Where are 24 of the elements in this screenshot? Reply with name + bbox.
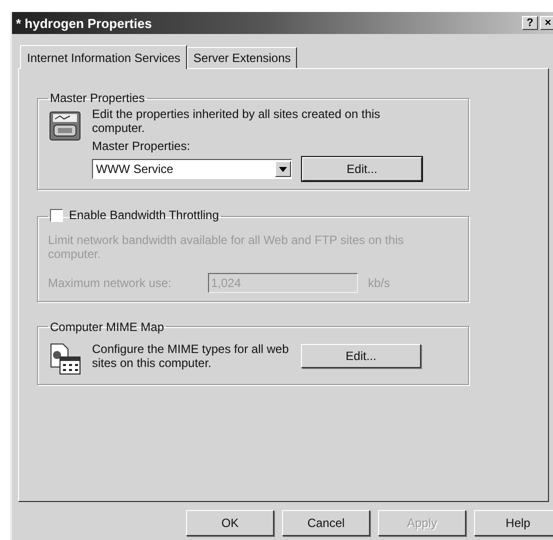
dialog-button[interactable]: OK xyxy=(186,510,274,536)
description-text: Limit network bandwidth available for all Web and FTP sites on this computer. xyxy=(48,232,405,260)
dropdown-arrow-icon xyxy=(279,166,287,172)
document-table-icon xyxy=(48,342,82,376)
dropdown-label: Master Properties: xyxy=(92,139,192,153)
field-label: Maximum network use: xyxy=(48,276,172,290)
edit-button[interactable]: Edit... xyxy=(302,157,422,181)
description-text: Edit the properties inherited by all sites created on this computer. xyxy=(92,107,382,135)
group-title: Computer MIME Map xyxy=(49,320,166,334)
description-text: Configure the MIME types for all web sites on this computer. xyxy=(92,342,290,370)
dialog-button[interactable]: Cancel xyxy=(282,510,370,536)
close-button[interactable]: × xyxy=(540,16,553,30)
window-title: * hydrogen Properties xyxy=(16,16,152,30)
tab[interactable]: Internet Information Services xyxy=(20,45,188,69)
edit-button[interactable]: Edit... xyxy=(301,344,421,368)
help-button[interactable]: ? xyxy=(522,16,538,30)
checkbox[interactable] xyxy=(50,208,63,222)
checkbox-label: Enable Bandwidth Throttling xyxy=(69,208,219,222)
tab[interactable]: Server Extensions xyxy=(187,47,297,68)
group-title: Master Properties xyxy=(49,91,146,105)
dialog-button[interactable]: Help xyxy=(474,510,553,536)
server-icon xyxy=(48,109,82,143)
unit-label: kb/s xyxy=(368,276,390,290)
dropdown[interactable]: WWW Service xyxy=(92,159,292,179)
